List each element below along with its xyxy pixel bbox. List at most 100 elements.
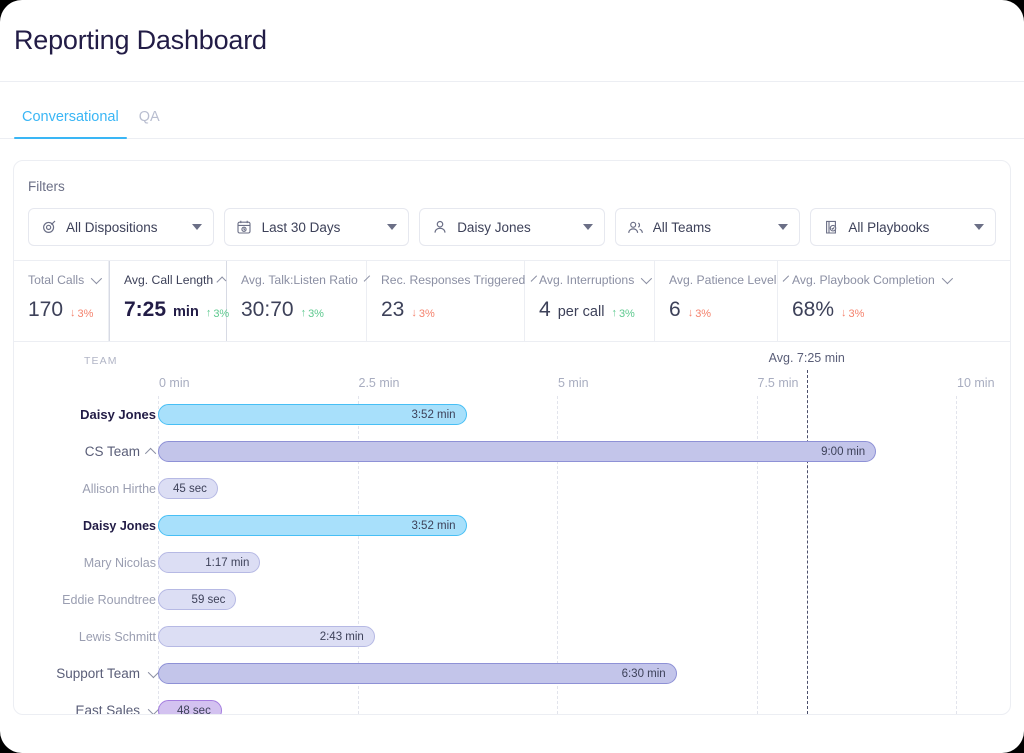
- tab-bar: Conversational QA: [0, 82, 1024, 139]
- arrow-up-icon: ↑: [611, 307, 617, 319]
- filter-all-playbooks[interactable]: All Playbooks: [810, 208, 996, 246]
- row-label-text: Eddie Roundtree: [62, 592, 156, 607]
- kpi-avg-playbook-completion[interactable]: Avg. Playbook Completion 68% ↓ 3%: [778, 261, 953, 341]
- chevron-down-icon[interactable]: [973, 224, 984, 230]
- filter-label: All Dispositions: [66, 219, 158, 235]
- bar-value-label: 9:00 min: [821, 445, 866, 458]
- filter-last-30-days[interactable]: Last 30 Days: [223, 208, 410, 246]
- bar-value-label: 3:52 min: [411, 408, 456, 421]
- bar[interactable]: 1:17 min: [158, 552, 261, 573]
- row-label-text: East Sales: [75, 703, 140, 715]
- row-label-text: Lewis Schmitt: [78, 629, 156, 644]
- page-header: Reporting Dashboard: [0, 0, 1024, 82]
- bar-value-label: 3:52 min: [411, 519, 456, 532]
- bar-value-label: 59 sec: [191, 593, 226, 606]
- kpi-value: 4: [539, 298, 551, 321]
- chevron-down-icon[interactable]: [641, 272, 653, 285]
- kpi-total-calls[interactable]: Total Calls 170 ↓ 3%: [14, 261, 109, 341]
- target-icon: [40, 219, 57, 236]
- tab-conversational[interactable]: Conversational: [14, 109, 127, 139]
- row-label-text: Mary Nicolas: [83, 555, 156, 570]
- chevron-down-icon[interactable]: [941, 272, 953, 285]
- kpi-avg-call-length[interactable]: Avg. Call Length 7:25 min ↑ 3%: [109, 261, 229, 341]
- row-label-east-sales[interactable]: East Sales: [14, 703, 164, 715]
- chevron-down-icon[interactable]: [90, 272, 103, 285]
- chart-row: Daisy Jones 3:52 min: [14, 396, 1010, 433]
- chart-row: Daisy Jones 3:52 min: [14, 507, 1010, 544]
- kpi-title: Total Calls: [28, 273, 85, 287]
- kpi-delta-value: 3%: [308, 307, 324, 320]
- kpi-delta: ↓ 3%: [411, 308, 434, 320]
- row-label-daisy-jones[interactable]: Daisy Jones: [14, 519, 164, 533]
- filter-label: Daisy Jones: [457, 219, 531, 235]
- bar[interactable]: 2:43 min: [158, 626, 375, 647]
- x-axis: 0 min 2.5 min 5 min 7.5 min 10 min: [14, 376, 1010, 396]
- team-column-header: TEAM: [84, 355, 118, 367]
- kpi-avg-interruptions[interactable]: Avg. Interruptions 4 per call ↑ 3%: [525, 261, 655, 341]
- kpi-delta: ↓ 3%: [841, 308, 864, 320]
- kpi-delta: ↑ 3%: [611, 308, 634, 320]
- kpi-delta-value: 3%: [695, 307, 712, 320]
- x-tick-label: 7.5 min: [757, 376, 799, 390]
- filter-label: All Teams: [652, 219, 712, 235]
- chart-row: East Sales 48 sec: [14, 692, 1010, 715]
- kpi-value: 23: [381, 298, 405, 321]
- row-label-support-team[interactable]: Support Team: [14, 666, 164, 681]
- tab-qa[interactable]: QA: [131, 109, 168, 138]
- x-tick-label: 2.5 min: [358, 376, 400, 390]
- row-label-text: Daisy Jones: [80, 407, 156, 422]
- kpi-rec-responses-triggered[interactable]: Rec. Responses Triggered 23 ↓ 3%: [367, 261, 538, 341]
- kpi-value: 170: [28, 298, 64, 321]
- chevron-down-icon[interactable]: [582, 224, 593, 230]
- bar[interactable]: 3:52 min: [158, 515, 467, 536]
- bar[interactable]: 6:30 min: [158, 663, 677, 684]
- bar-value-label: 6:30 min: [621, 667, 666, 680]
- arrow-up-icon: ↑: [300, 307, 307, 319]
- chart-row: Eddie Roundtree 59 sec: [14, 581, 1010, 618]
- bar-value-label: 48 sec: [176, 704, 211, 715]
- chart-row: Support Team 6:30 min: [14, 655, 1010, 692]
- kpi-value: 7:25: [124, 298, 167, 321]
- filter-all-dispositions[interactable]: All Dispositions: [28, 208, 214, 246]
- arrow-up-icon: ↑: [205, 307, 212, 319]
- bar[interactable]: 48 sec: [158, 700, 222, 715]
- kpi-title: Avg. Talk:Listen Ratio: [241, 273, 358, 287]
- page-title: Reporting Dashboard: [14, 25, 267, 55]
- chart-rows: Daisy Jones 3:52 min CS Team 9:00 min Alliso…: [14, 396, 1010, 715]
- app-window: Reporting Dashboard Conversational QA Fil…: [0, 0, 1024, 753]
- calendar-clock-icon: [236, 219, 253, 236]
- x-tick-label: 5 min: [558, 376, 589, 390]
- row-label-text: CS Team: [84, 444, 140, 459]
- filters-row: All Dispositions Last 30 Days Daisy Jones A…: [28, 208, 996, 246]
- bar[interactable]: 59 sec: [158, 589, 237, 610]
- row-label-allison-hirthe[interactable]: Allison Hirthe: [14, 482, 164, 496]
- kpi-avg-patience-level[interactable]: Avg. Patience Level 6 ↓ 3%: [655, 261, 789, 341]
- chevron-up-icon[interactable]: [216, 276, 227, 287]
- row-label-text: Daisy Jones: [83, 518, 156, 533]
- filter-all-teams[interactable]: All Teams: [614, 208, 801, 246]
- chart-row: Lewis Schmitt 2:43 min: [14, 618, 1010, 655]
- bar[interactable]: 3:52 min: [158, 404, 467, 425]
- kpi-delta-value: 3%: [848, 307, 865, 320]
- chevron-down-icon[interactable]: [387, 224, 398, 230]
- row-label-lewis-schmitt[interactable]: Lewis Schmitt: [14, 630, 164, 644]
- bar[interactable]: 9:00 min: [158, 441, 877, 462]
- chevron-down-icon[interactable]: [191, 224, 202, 230]
- kpi-avg-talk-listen-ratio[interactable]: Avg. Talk:Listen Ratio 30:70 ↑ 3%: [227, 261, 371, 341]
- row-label-cs-team[interactable]: CS Team: [14, 444, 164, 459]
- bar[interactable]: 45 sec: [158, 478, 218, 499]
- x-tick-label: 10 min: [957, 376, 995, 390]
- kpi-row: Total Calls 170 ↓ 3% Avg. Call Length 7:25 min…: [14, 260, 1010, 342]
- row-label-eddie-roundtree[interactable]: Eddie Roundtree: [14, 593, 164, 607]
- filter-daisy-jones[interactable]: Daisy Jones: [419, 208, 605, 246]
- kpi-title: Rec. Responses Triggered: [381, 273, 526, 287]
- row-label-mary-nicolas[interactable]: Mary Nicolas: [14, 556, 164, 570]
- row-label-daisy-jones[interactable]: Daisy Jones: [14, 407, 164, 422]
- kpi-title: Avg. Interruptions: [539, 273, 635, 287]
- bar-value-label: 2:43 min: [319, 630, 364, 643]
- chevron-up-icon[interactable]: [144, 447, 157, 459]
- chevron-down-icon[interactable]: [778, 224, 789, 230]
- row-label-text: Allison Hirthe: [82, 481, 156, 496]
- filter-label: All Playbooks: [848, 219, 930, 235]
- kpi-delta: ↓ 3%: [70, 308, 93, 320]
